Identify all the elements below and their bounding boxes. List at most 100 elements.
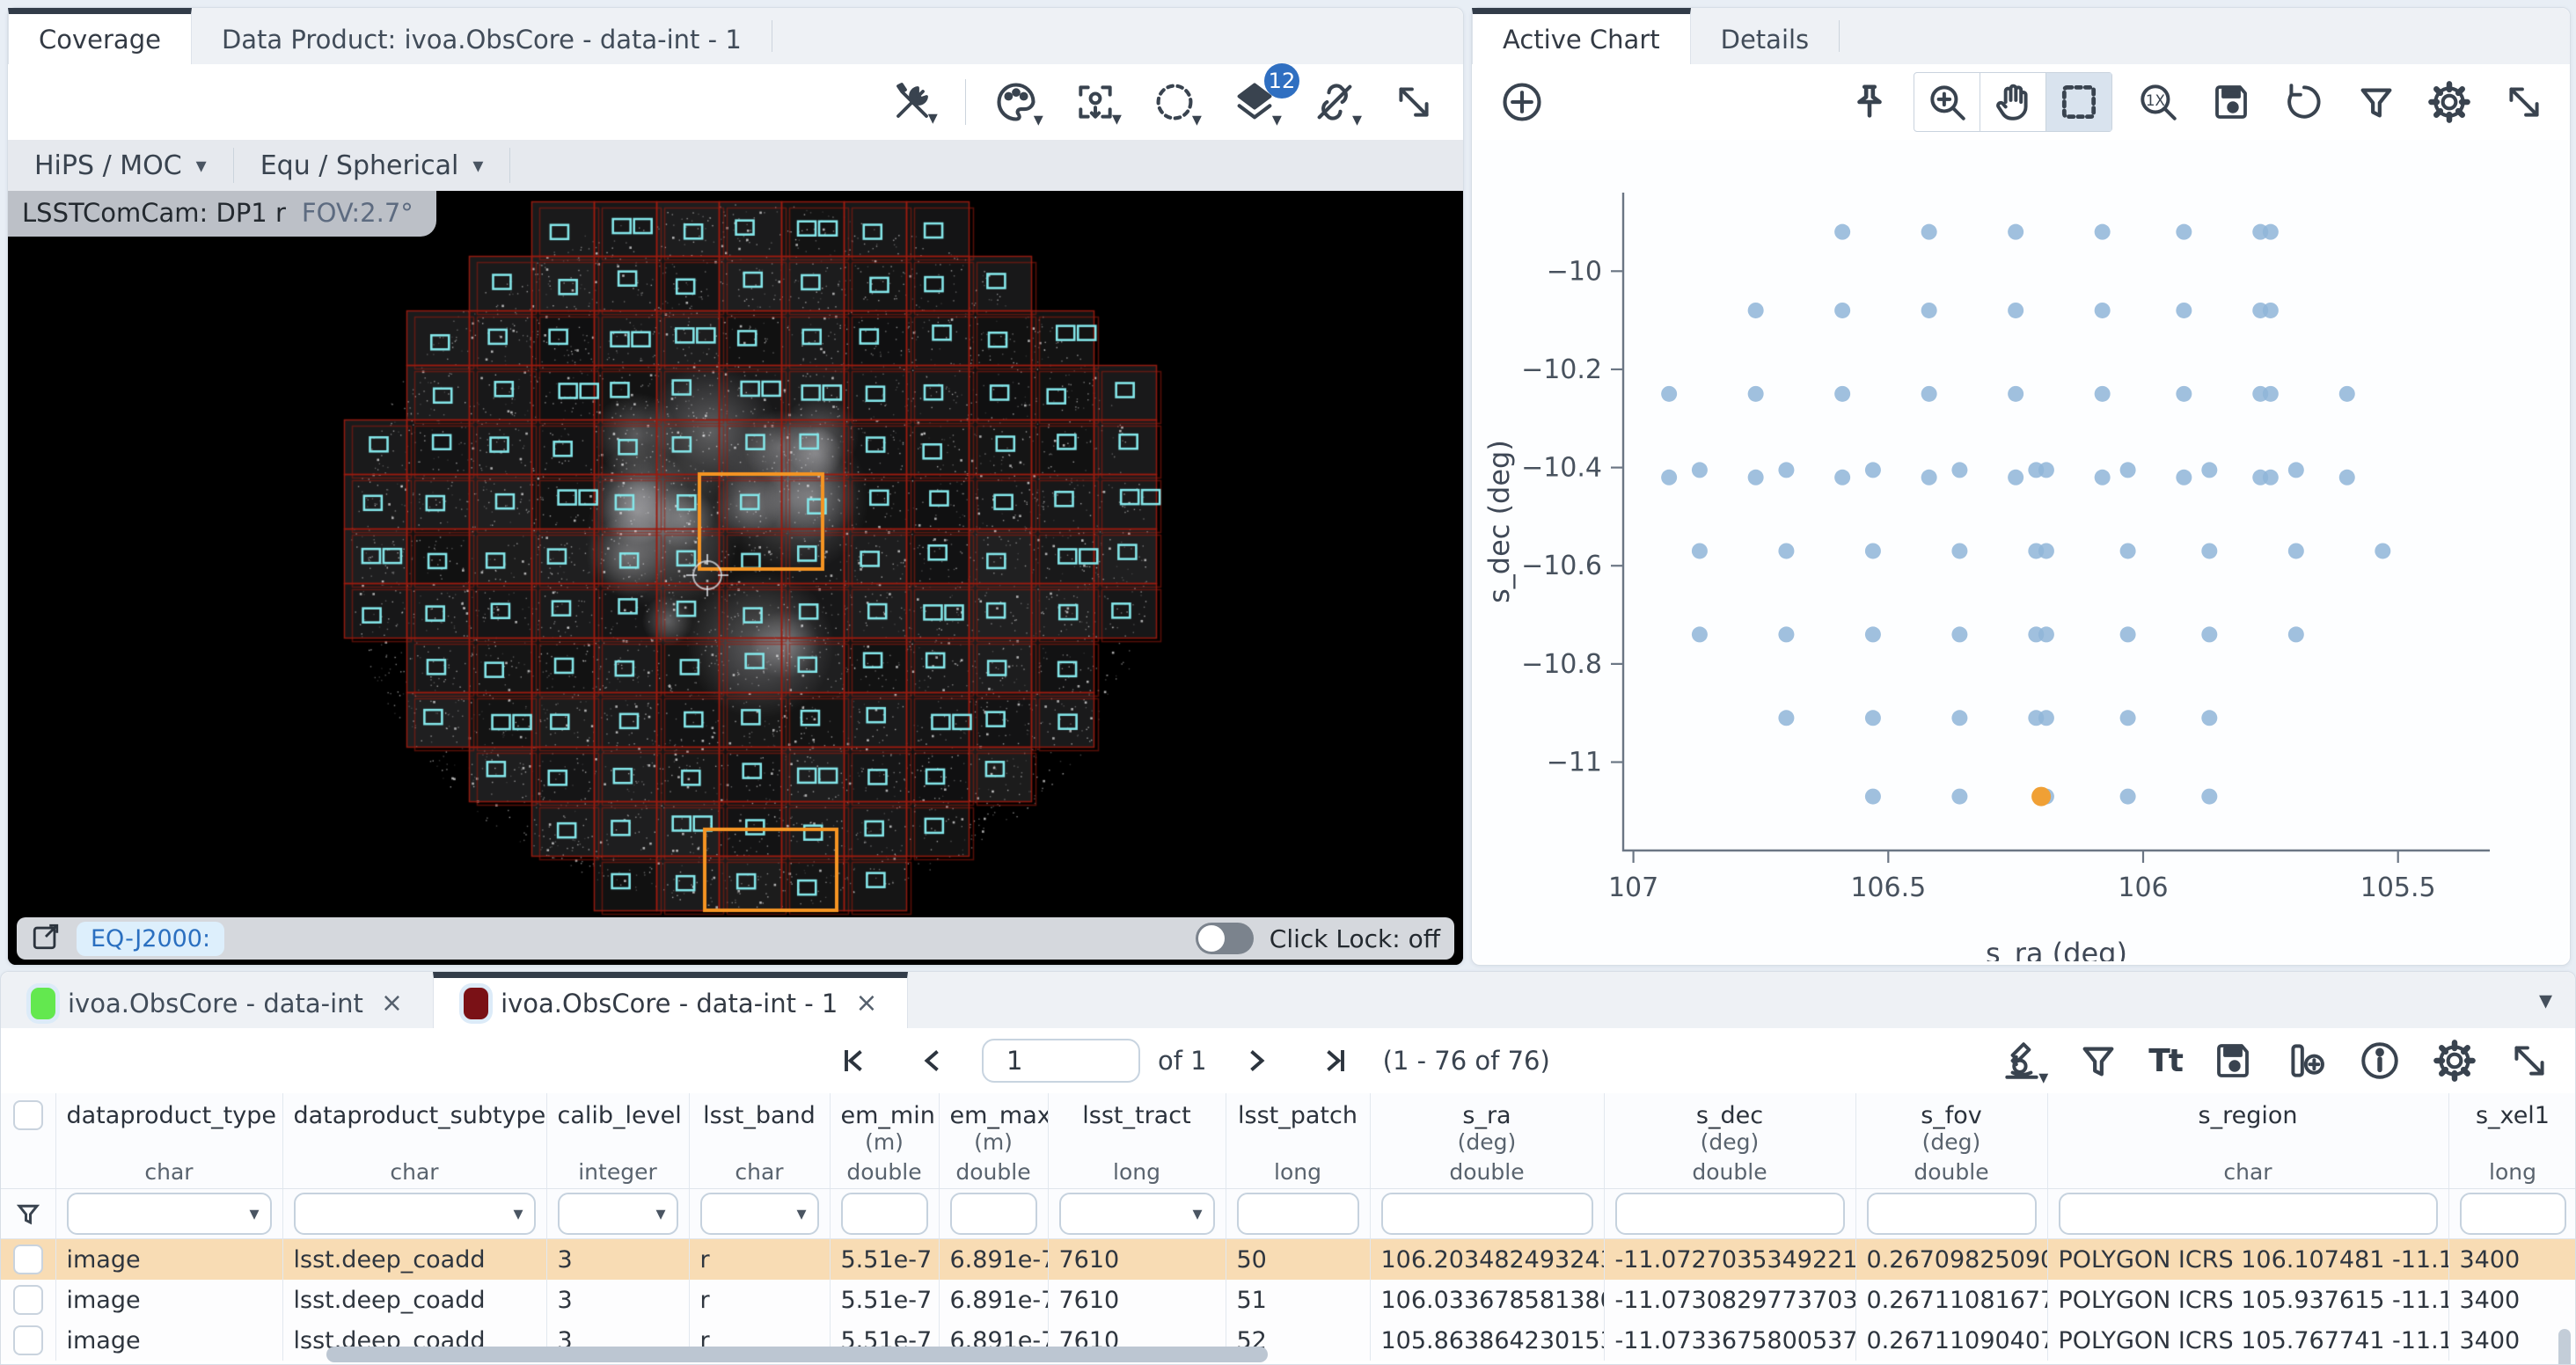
zoom-1x-icon[interactable]: 1X [2127,75,2189,129]
tab-details[interactable]: Details [1691,8,1840,64]
open-expand-icon[interactable] [31,922,61,955]
gear-icon[interactable] [2423,1033,2486,1089]
filter-cell-lsst_tract: ▾ [1048,1189,1226,1239]
pan-hand-icon[interactable] [1980,73,2046,131]
add-chart-icon[interactable] [1490,74,1554,130]
collapse-tables-icon[interactable]: ▾ [2516,985,2575,1016]
select-area-icon[interactable]: ▾ [1143,74,1211,130]
save-icon[interactable] [2201,76,2261,128]
table-row[interactable]: imagelsst.deep_coadd3r5.51e-76.891e-7761… [1,1280,2575,1320]
column-header-s_xel1[interactable]: s_xel1long [2448,1093,2575,1189]
marquee-select-icon[interactable] [2046,73,2111,131]
tools-icon[interactable]: ▾ [882,76,947,128]
coverage-map[interactable]: LSSTComCam: DP1 r FOV:2.7° EQ-J2000: Cli… [8,191,1463,965]
click-lock-toggle[interactable] [1196,923,1254,954]
table-tabstrip: ivoa.ObsCore - data-int × ivoa.ObsCore -… [1,972,2575,1029]
microscope-icon[interactable]: ▾ [1991,1033,2057,1088]
filter-icon[interactable] [2347,77,2405,128]
filter-cell-lsst_band: ▾ [689,1189,830,1239]
filter-cell-s_dec [1604,1189,1855,1239]
layers-icon[interactable]: ▾12 [1223,74,1291,130]
row-checkbox[interactable] [13,1325,43,1355]
column-header-em_max[interactable]: em_max(m)double [939,1093,1048,1189]
filter-input-s_ra[interactable] [1381,1193,1593,1235]
expand-icon[interactable] [1383,75,1445,129]
vertical-scrollbar[interactable] [2558,1329,2571,1364]
recenter-icon[interactable]: ▾ [1065,75,1131,129]
table-cell: 3400 [2448,1239,2575,1281]
tab-active-chart[interactable]: Active Chart [1472,8,1691,64]
table-cell: image [55,1239,282,1281]
column-header-lsst_tract[interactable]: lsst_tractlong [1048,1093,1226,1189]
expand-icon[interactable] [2493,75,2555,129]
column-header-s_region[interactable]: s_regionchar [2047,1093,2448,1189]
projection-dropdown[interactable]: Equ / Spherical ▾ [234,140,510,191]
text-options-icon[interactable]: Tt [2140,1038,2191,1084]
coverage-map-canvas[interactable] [8,191,1463,965]
save-icon[interactable] [2203,1034,2263,1087]
info-icon[interactable] [2349,1033,2411,1088]
page-last-icon[interactable] [1310,1040,1359,1082]
table-cell: 6.891e-7 [939,1239,1048,1281]
chevron-down-icon: ▾ [2038,1074,2048,1083]
table-cell: 0.2671108167795078 [1855,1280,2047,1320]
page-first-icon[interactable] [830,1040,879,1082]
coordinate-readout[interactable]: EQ-J2000: [77,922,224,956]
page-number-input[interactable]: 1 [982,1039,1140,1083]
chart-tabstrip: Active Chart Details [1472,8,2570,65]
filter-input-em_min[interactable] [841,1193,928,1235]
scatter-chart[interactable]: 107106.5106105.5−10−10.2−10.4−10.6−10.8−… [1474,140,2568,961]
restore-icon[interactable] [2273,75,2335,129]
pin-icon[interactable] [1841,77,1899,128]
column-header-em_min[interactable]: em_min(m)double [830,1093,939,1189]
tab-obscore-2[interactable]: ivoa.ObsCore - data-int - 1 × [433,972,908,1028]
close-icon[interactable]: × [381,988,403,1018]
divider [1839,20,1840,52]
tab-data-product[interactable]: Data Product: ivoa.ObsCore - data-int - … [192,8,772,64]
table-cell: 7610 [1048,1280,1226,1320]
filter-input-s_dec[interactable] [1615,1193,1845,1235]
gear-icon[interactable] [2418,74,2481,130]
select-all-checkbox[interactable] [13,1100,43,1130]
table-cell: 50 [1226,1239,1370,1281]
filter-select-calib_level[interactable]: ▾ [558,1193,678,1235]
add-column-icon[interactable] [2275,1033,2337,1088]
column-header-dataproduct_subtype[interactable]: dataproduct_subtypechar [282,1093,546,1189]
svg-text:105.5: 105.5 [2360,872,2436,903]
palette-icon[interactable]: ▾ [984,74,1052,130]
filter-input-s_region[interactable] [2059,1193,2438,1235]
column-header-lsst_patch[interactable]: lsst_patchlong [1226,1093,1370,1189]
horizontal-scrollbar[interactable] [326,1347,1268,1362]
row-checkbox[interactable] [13,1245,43,1274]
svg-text:−10.2: −10.2 [1521,354,1602,385]
zoom-in-icon[interactable] [1914,73,1980,131]
filter-input-lsst_patch[interactable] [1237,1193,1359,1235]
column-header-s_dec[interactable]: s_dec(deg)double [1604,1093,1855,1189]
tab-coverage[interactable]: Coverage [8,8,192,64]
coverage-panel: Coverage Data Product: ivoa.ObsCore - da… [7,7,1464,966]
hips-moc-dropdown[interactable]: HiPS / MOC ▾ [8,140,233,191]
table-row[interactable]: imagelsst.deep_coadd3r5.51e-76.891e-7761… [1,1239,2575,1281]
filter-select-lsst_band[interactable]: ▾ [700,1193,819,1235]
column-header-calib_level[interactable]: calib_levelinteger [546,1093,689,1189]
expand-icon[interactable] [2499,1033,2560,1088]
filter-input-s_fov[interactable] [1867,1193,2037,1235]
close-icon[interactable]: × [855,988,877,1018]
divider [965,79,966,125]
filter-icon[interactable] [2069,1035,2127,1086]
column-header-lsst_band[interactable]: lsst_bandchar [689,1093,830,1189]
page-prev-icon[interactable] [909,1040,958,1082]
filter-select-dataproduct_type[interactable]: ▾ [67,1193,272,1235]
row-checkbox[interactable] [13,1285,43,1315]
chart-plot-area[interactable]: 107106.5106105.5−10−10.2−10.4−10.6−10.8−… [1474,140,2568,963]
filter-input-s_xel1[interactable] [2460,1193,2566,1235]
column-header-s_ra[interactable]: s_ra(deg)double [1370,1093,1604,1189]
tab-obscore-1[interactable]: ivoa.ObsCore - data-int × [1,972,433,1028]
filter-select-lsst_tract[interactable]: ▾ [1059,1193,1215,1235]
unlink-icon[interactable]: ▾ [1303,74,1371,130]
column-header-dataproduct_type[interactable]: dataproduct_typechar [55,1093,282,1189]
page-next-icon[interactable] [1231,1040,1280,1082]
column-header-s_fov[interactable]: s_fov(deg)double [1855,1093,2047,1189]
filter-select-dataproduct_subtype[interactable]: ▾ [294,1193,536,1235]
filter-input-em_max[interactable] [950,1193,1037,1235]
